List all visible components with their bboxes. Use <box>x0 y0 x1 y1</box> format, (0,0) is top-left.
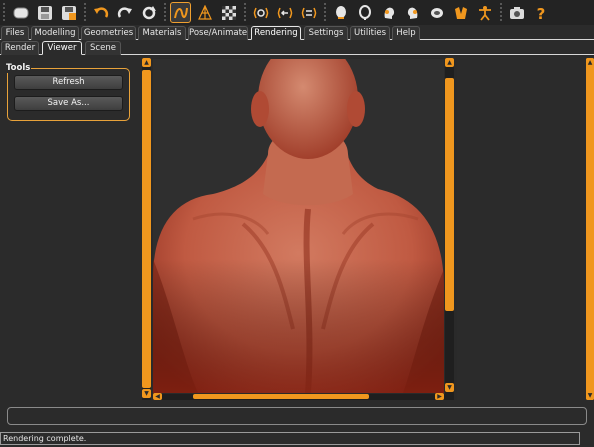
head-left-button[interactable] <box>378 2 399 23</box>
toolbar-grip[interactable] <box>163 2 167 23</box>
tab-help[interactable]: Help <box>392 26 420 40</box>
right-scroll-up-arrow[interactable]: ▲ <box>586 58 594 67</box>
tab-settings[interactable]: Settings <box>304 26 348 40</box>
status-bar: Rendering complete. <box>0 432 580 445</box>
viewer-scroll-down-arrow[interactable]: ▼ <box>445 383 454 392</box>
main-tab-bar: Files Modelling Geometries Materials Pos… <box>0 26 594 40</box>
checkerboard-icon <box>221 5 236 20</box>
export-icon <box>61 5 76 20</box>
tab-viewer[interactable]: Viewer <box>42 41 82 55</box>
save-as-button[interactable]: Save As... <box>14 96 123 111</box>
wireframe-icon <box>197 4 212 20</box>
toolbar-grip[interactable] <box>323 2 327 23</box>
scroll-up-arrow[interactable]: ▲ <box>142 58 151 67</box>
scroll-left-arrow[interactable]: ◀ <box>153 393 162 400</box>
toolbar-grip[interactable] <box>499 2 503 23</box>
figure-icon <box>478 5 491 21</box>
front-view-button[interactable] <box>250 2 271 23</box>
rendered-figure-back <box>153 59 444 393</box>
toolbar-grip[interactable] <box>243 2 247 23</box>
head-back-icon <box>358 4 371 20</box>
progress-bar <box>7 407 587 425</box>
head-left-icon <box>384 7 394 19</box>
help-button[interactable]: ? <box>530 2 551 23</box>
body-back-icon <box>454 6 467 19</box>
tab-utilities[interactable]: Utilities <box>350 26 390 40</box>
body-back-button[interactable] <box>450 2 471 23</box>
tools-title: Tools <box>5 63 32 73</box>
side-view-icon <box>301 7 316 18</box>
rendered-image <box>153 59 444 393</box>
scroll-right-arrow[interactable]: ▶ <box>435 393 444 400</box>
refresh-button[interactable]: Refresh <box>14 75 123 90</box>
background-button[interactable] <box>218 2 239 23</box>
tab-pose-animate[interactable]: Pose/Animate <box>188 26 248 40</box>
viewer-horizontal-scrollbar-handle[interactable] <box>193 394 369 399</box>
viewer-horizontal-scrollbar[interactable] <box>153 394 445 400</box>
head-front-button[interactable] <box>330 2 351 23</box>
head-right-icon <box>407 7 417 19</box>
smooth-icon <box>173 7 188 18</box>
tab-materials[interactable]: Materials <box>138 26 186 40</box>
right-panel-scrollbar[interactable] <box>586 58 594 400</box>
tab-files[interactable]: Files <box>1 26 29 40</box>
new-file-icon <box>13 7 28 18</box>
tab-render[interactable]: Render <box>1 41 39 55</box>
reset-button[interactable] <box>138 2 159 23</box>
scroll-down-arrow[interactable]: ▼ <box>142 389 151 398</box>
reset-icon <box>142 5 156 19</box>
undo-button[interactable] <box>90 2 111 23</box>
wireframe-button[interactable] <box>194 2 215 23</box>
tab-geometries[interactable]: Geometries <box>81 26 136 40</box>
svg-text:?: ? <box>536 5 545 21</box>
pose-button[interactable] <box>474 2 495 23</box>
save-icon <box>37 5 52 20</box>
head-back-button[interactable] <box>354 2 375 23</box>
new-file-button[interactable] <box>10 2 31 23</box>
undo-icon <box>93 6 108 18</box>
back-view-icon <box>277 7 292 18</box>
head-right-button[interactable] <box>402 2 423 23</box>
toolbar-grip[interactable] <box>2 2 6 23</box>
left-scrollbar[interactable] <box>142 58 151 400</box>
export-button[interactable] <box>58 2 79 23</box>
smooth-button[interactable] <box>170 2 191 23</box>
tab-rendering[interactable]: Rendering <box>251 26 301 40</box>
redo-button[interactable] <box>114 2 135 23</box>
front-view-icon <box>253 7 268 18</box>
question-mark-icon: ? <box>536 5 545 21</box>
viewer-vertical-scrollbar[interactable] <box>445 58 454 400</box>
tab-modelling[interactable]: Modelling <box>31 26 79 40</box>
sub-tab-bar: Render Viewer Scene <box>0 41 594 55</box>
tab-scene[interactable]: Scene <box>85 41 121 55</box>
save-button[interactable] <box>34 2 55 23</box>
head-front-icon <box>335 5 346 19</box>
head-top-button[interactable] <box>426 2 447 23</box>
viewer-scroll-up-arrow[interactable]: ▲ <box>445 58 454 67</box>
main-toolbar: ? <box>0 0 594 25</box>
viewer-vertical-scrollbar-handle[interactable] <box>445 78 454 311</box>
right-scroll-down-arrow[interactable]: ▼ <box>586 391 594 400</box>
head-top-icon <box>430 7 443 18</box>
app-window: ? Files Modelling Geometries Materials P… <box>0 0 594 447</box>
left-scrollbar-handle[interactable] <box>142 70 151 388</box>
camera-icon <box>509 6 524 19</box>
redo-icon <box>117 6 132 18</box>
toolbar-grip[interactable] <box>83 2 87 23</box>
side-view-button[interactable] <box>298 2 319 23</box>
back-view-button[interactable] <box>274 2 295 23</box>
screenshot-button[interactable] <box>506 2 527 23</box>
